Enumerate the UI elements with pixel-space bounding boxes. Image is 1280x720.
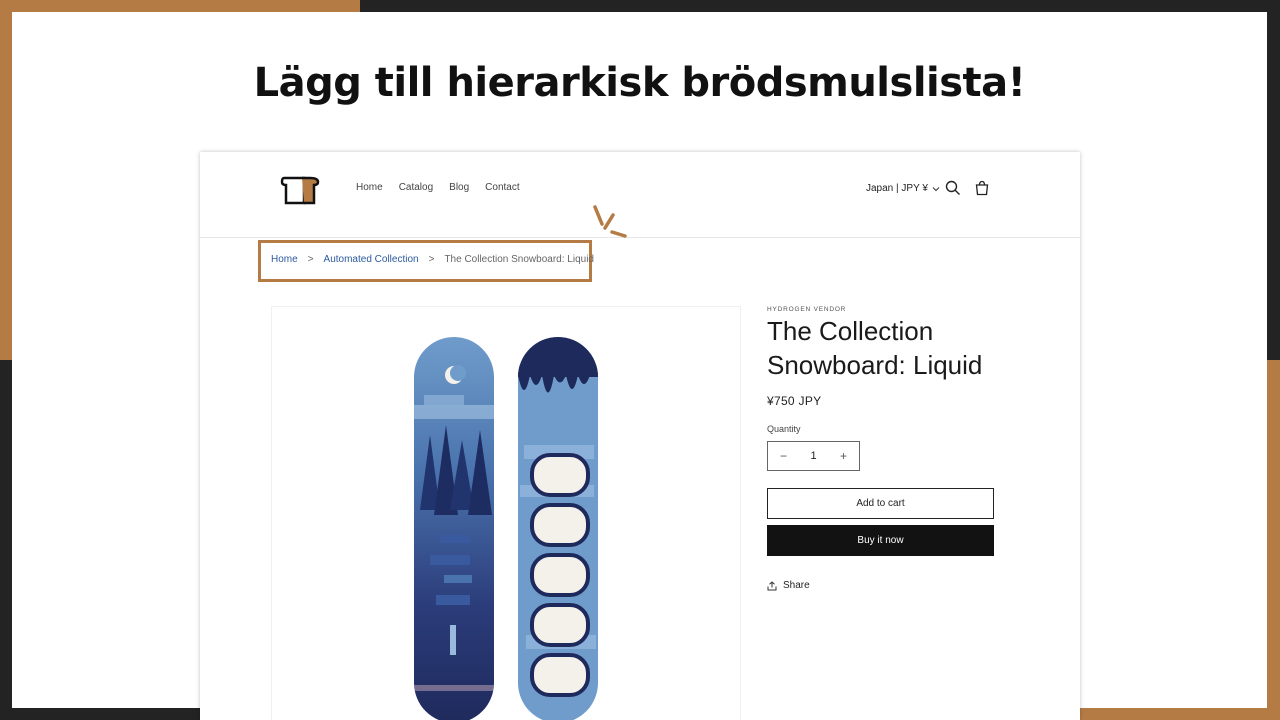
share-icon [767, 580, 777, 590]
product-price: ¥750 JPY [767, 394, 822, 408]
main-nav: Home Catalog Blog Contact [356, 182, 520, 193]
nav-catalog[interactable]: Catalog [399, 182, 433, 193]
quantity-label: Quantity [767, 424, 801, 434]
share-label: Share [783, 580, 810, 591]
product-media [271, 306, 741, 720]
nav-home[interactable]: Home [356, 182, 383, 193]
highlight-sparkle-icon [593, 205, 627, 238]
add-to-cart-button[interactable]: Add to cart [767, 488, 994, 519]
search-icon[interactable] [945, 180, 961, 196]
quantity-decrease-button[interactable]: − [780, 449, 787, 463]
bread-logo-icon[interactable] [280, 174, 320, 206]
product-vendor: HYDROGEN VENDOR [767, 306, 847, 313]
nav-contact[interactable]: Contact [485, 182, 519, 193]
breadcrumb-current: The Collection Snowboard: Liquid [444, 254, 594, 265]
breadcrumb-home-link[interactable]: Home [271, 254, 298, 265]
breadcrumb-collection-link[interactable]: Automated Collection [324, 254, 419, 265]
store-header: Home Catalog Blog Contact Japan | JPY ¥ [200, 152, 1080, 238]
store-screenshot: Home Catalog Blog Contact Japan | JPY ¥ … [200, 152, 1080, 720]
share-button[interactable]: Share [767, 580, 810, 591]
breadcrumb: Home > Automated Collection > The Collec… [271, 254, 594, 265]
product-title: The Collection Snowboard: Liquid [767, 316, 983, 380]
snowboard-left-image[interactable] [410, 335, 498, 720]
snowboard-right-image[interactable] [514, 335, 602, 720]
locale-label: Japan | JPY ¥ [866, 183, 928, 194]
cart-icon[interactable] [974, 180, 990, 196]
buy-now-button[interactable]: Buy it now [767, 525, 994, 556]
chevron-down-icon [932, 186, 940, 191]
locale-selector[interactable]: Japan | JPY ¥ [866, 183, 940, 194]
quantity-stepper: − 1 + [767, 441, 860, 471]
breadcrumb-separator: > [428, 254, 435, 265]
nav-blog[interactable]: Blog [449, 182, 469, 193]
quantity-input[interactable]: 1 [810, 450, 816, 462]
breadcrumb-separator: > [307, 254, 314, 265]
slide-headline: Lägg till hierarkisk brödsmulslista! [253, 60, 1026, 106]
quantity-increase-button[interactable]: + [840, 449, 847, 463]
